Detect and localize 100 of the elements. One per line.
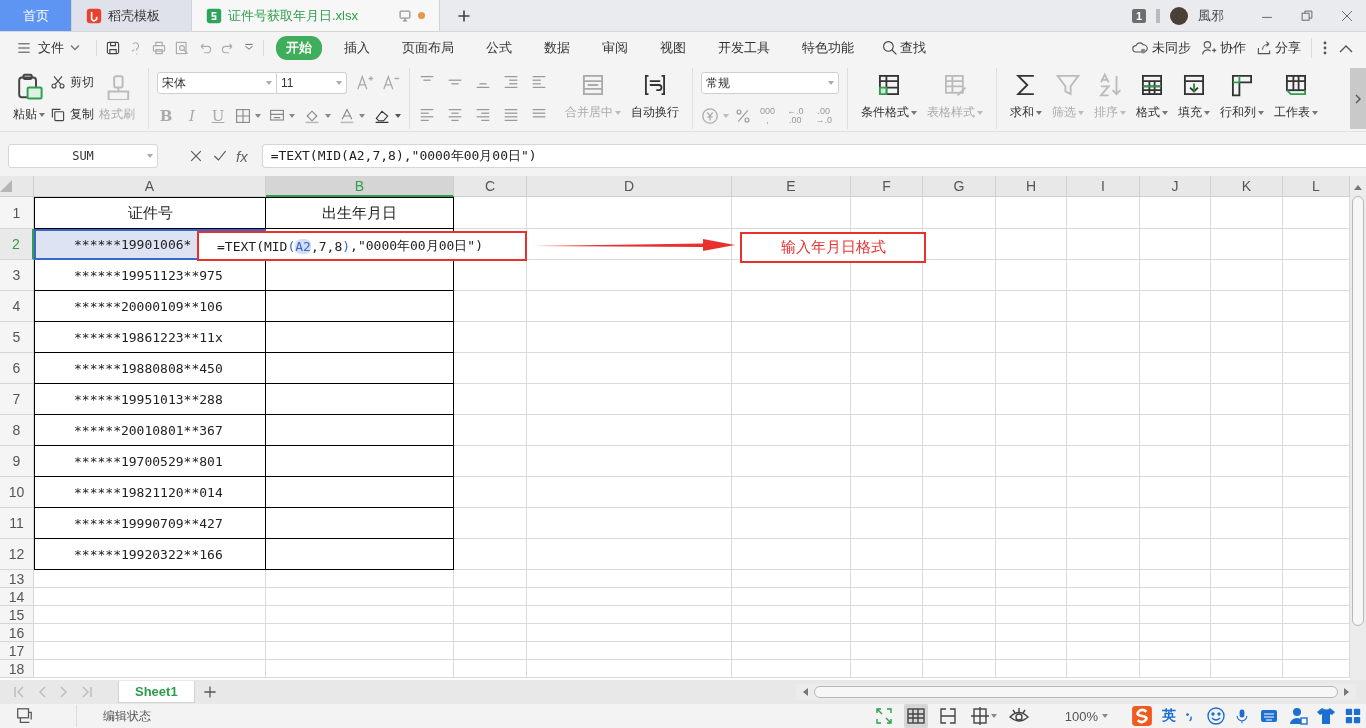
row-header[interactable]: 10 <box>0 477 34 508</box>
search-button[interactable]: 查找 <box>876 38 932 58</box>
shirt-icon[interactable] <box>1316 706 1336 726</box>
row-header[interactable]: 11 <box>0 508 34 539</box>
fill-format-icon[interactable] <box>269 107 285 124</box>
name-box[interactable]: SUM <box>8 144 158 168</box>
toolbar-action[interactable]: 未同步 <box>1131 39 1191 57</box>
row-header[interactable]: 12 <box>0 539 34 570</box>
close-icon[interactable] <box>1340 8 1354 23</box>
next-sheet-icon[interactable] <box>60 686 68 698</box>
print-preview-icon[interactable] <box>174 40 190 56</box>
row-header[interactable]: 17 <box>0 642 34 660</box>
column-header[interactable]: H <box>996 176 1067 197</box>
font-dropdown[interactable]: 宋体 <box>157 72 277 95</box>
restore-icon[interactable] <box>1300 8 1314 23</box>
user-name[interactable]: 風邪 <box>1198 6 1224 25</box>
column-header[interactable]: C <box>454 176 527 197</box>
column-header[interactable]: G <box>923 176 996 197</box>
apps-icon[interactable] <box>1344 707 1362 725</box>
monitor-icon[interactable] <box>398 8 412 23</box>
copy-button[interactable]: 复制 <box>50 106 94 124</box>
percent-icon[interactable] <box>735 107 751 124</box>
font-size-dropdown[interactable]: 11 <box>277 72 347 95</box>
ribbon-tab[interactable]: 审阅 <box>592 36 638 60</box>
macro-icon[interactable] <box>14 707 34 725</box>
row-header[interactable]: 5 <box>0 322 34 353</box>
ribbon-button[interactable]: 填充 <box>1173 68 1215 129</box>
ime-logo-icon[interactable] <box>1130 705 1154 727</box>
confirm-icon[interactable] <box>212 148 228 164</box>
more-icon[interactable] <box>1322 40 1328 56</box>
file-menu[interactable]: 文件 <box>12 37 84 59</box>
toolbar-action[interactable]: 协作 <box>1201 39 1246 57</box>
column-header[interactable]: I <box>1067 176 1140 197</box>
avatar[interactable] <box>1170 6 1188 25</box>
wrap-text-button[interactable]: 自动换行 <box>626 68 684 129</box>
row-header[interactable]: 1 <box>0 197 34 229</box>
ribbon-tab[interactable]: 开发工具 <box>708 36 780 60</box>
row-header[interactable]: 6 <box>0 353 34 384</box>
row-header[interactable]: 15 <box>0 606 34 624</box>
table-cell <box>1211 260 1283 291</box>
chevron-right-icon[interactable] <box>1355 93 1361 104</box>
table-cell <box>1211 384 1283 415</box>
ribbon-tab[interactable]: 插入 <box>334 36 380 60</box>
paste-button[interactable]: 粘贴 <box>8 68 50 129</box>
zoom-dropdown[interactable]: 100% <box>1058 707 1114 725</box>
row-header[interactable]: 18 <box>0 660 34 678</box>
ribbon-button[interactable]: 格式 <box>1131 68 1173 129</box>
ribbon-tab[interactable]: 视图 <box>650 36 696 60</box>
column-header[interactable]: A <box>34 176 266 197</box>
ribbon-tab[interactable]: 特色功能 <box>792 36 864 60</box>
currency-icon[interactable] <box>701 106 719 125</box>
print-icon[interactable] <box>151 40 167 56</box>
vertical-scrollbar[interactable] <box>1350 176 1366 680</box>
number-format-dropdown[interactable]: 常规 <box>701 72 839 95</box>
cut-button[interactable]: 剪切 <box>50 73 94 91</box>
first-sheet-icon[interactable] <box>14 686 24 698</box>
row-header[interactable]: 3 <box>0 260 34 291</box>
cell-editor[interactable]: =TEXT(MID(A2,7,8),"0000年00月00日") <box>197 231 527 261</box>
new-tab-icon[interactable] <box>456 7 472 24</box>
column-header[interactable]: J <box>1140 176 1211 197</box>
toolbar-action[interactable]: 分享 <box>1256 39 1301 57</box>
column-header[interactable]: L <box>1283 176 1350 197</box>
ribbon-button[interactable]: 求和 <box>1005 68 1047 129</box>
window-count-badge[interactable]: 1 <box>1131 8 1146 23</box>
document-tab[interactable]: 稻壳模板 <box>72 0 192 31</box>
borders-icon[interactable] <box>235 107 251 124</box>
row-header[interactable]: 13 <box>0 570 34 588</box>
scroll-up-icon[interactable] <box>1354 184 1362 190</box>
column-header[interactable]: E <box>732 176 851 197</box>
view-mode-button[interactable] <box>903 704 928 728</box>
cancel-icon[interactable] <box>188 148 204 164</box>
ribbon-tab[interactable]: 公式 <box>476 36 522 60</box>
ribbon-button[interactable]: 条件格式 <box>856 68 922 129</box>
insert-function-button[interactable]: fx <box>236 147 248 165</box>
row-header[interactable]: 14 <box>0 588 34 606</box>
horizontal-scrollbar[interactable] <box>796 684 1356 700</box>
column-header[interactable]: D <box>527 176 732 197</box>
smiley-icon[interactable] <box>1206 706 1226 726</box>
person-icon[interactable] <box>1288 706 1308 726</box>
last-sheet-icon[interactable] <box>82 686 92 698</box>
input-language[interactable]: 英 <box>1162 707 1176 725</box>
add-sheet-icon[interactable] <box>202 685 217 699</box>
row-header[interactable]: 16 <box>0 624 34 642</box>
ribbon-button[interactable]: 工作表 <box>1269 68 1323 129</box>
scroll-left-icon[interactable] <box>802 688 808 696</box>
scroll-right-icon[interactable] <box>1344 688 1350 696</box>
row-header[interactable]: 9 <box>0 446 34 477</box>
row-header[interactable]: 8 <box>0 415 34 446</box>
formula-field[interactable]: =TEXT(MID(A2,7,8),"0000年00月00日") <box>261 144 1366 168</box>
ribbon-tab[interactable]: 页面布局 <box>392 36 464 60</box>
font-color-icon[interactable] <box>339 107 355 124</box>
column-header[interactable]: K <box>1211 176 1283 197</box>
column-header[interactable]: F <box>851 176 923 197</box>
prev-sheet-icon[interactable] <box>38 686 46 698</box>
row-header[interactable]: 7 <box>0 384 34 415</box>
row-header[interactable]: 4 <box>0 291 34 322</box>
ribbon-button[interactable]: 行和列 <box>1215 68 1269 129</box>
save-icon[interactable] <box>105 40 121 56</box>
ribbon-tab[interactable]: 数据 <box>534 36 580 60</box>
select-all-icon[interactable] <box>0 180 12 192</box>
